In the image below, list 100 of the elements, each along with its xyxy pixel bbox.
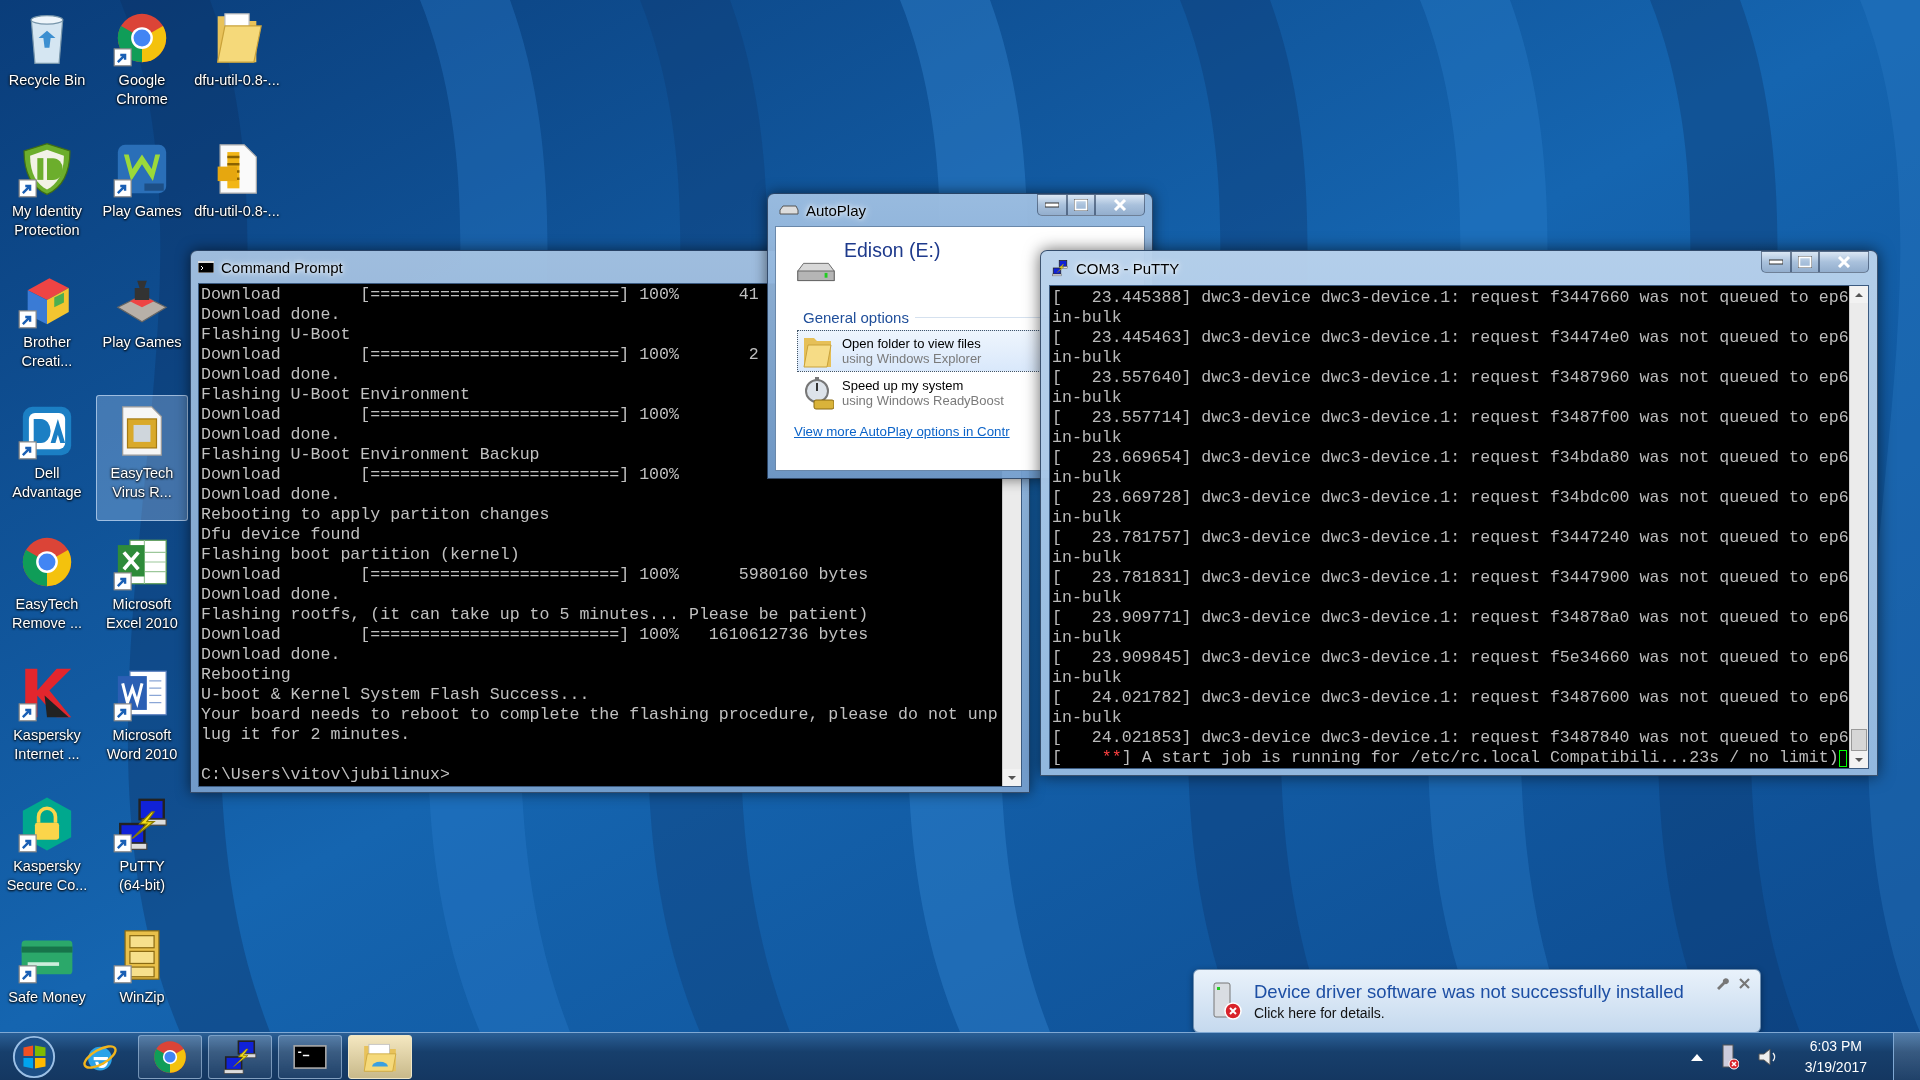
terminal-icon [198,261,214,273]
taskbar-button[interactable] [138,1034,202,1079]
terminal-line: [ 23.557714] dwc3-device dwc3-device.1: request f3487f00 was not queued to ep6 [1052,408,1849,428]
computers-icon [221,1037,259,1076]
terminal-line: in-bulk [1052,708,1122,728]
terminal-line: Download done. [201,305,341,325]
notification-text: Click here for details. [1254,1005,1386,1021]
terminal-line: [ 23.669728] dwc3-device dwc3-device.1: request f34bdc00 was not queued to ep6 [1052,488,1849,508]
terminal-line: Download [=========================] 100% [201,465,679,485]
minimize-icon [1769,259,1783,265]
notification-title: Device driver software was not successfully installed [1254,981,1684,1003]
taskbar-button[interactable] [278,1034,342,1079]
terminal-line: Download [=========================] 100% 5980160 bytes [201,565,869,585]
terminal-line: Your board needs to reboot to complete the flashing procedure, please do not unp [201,705,998,725]
desktop-icon[interactable]: My Identity Protection [1,133,93,259]
terminal-line: [ 23.781757] dwc3-device dwc3-device.1: request f3447240 was not queued to ep6 [1052,528,1849,548]
terminal-line: Download done. [201,365,341,385]
terminal-line: in-bulk [1052,468,1122,488]
device-error-icon [1720,1043,1739,1070]
desktop-icon[interactable]: WinZip [96,919,188,1032]
maximize-icon [1074,199,1088,211]
terminal-line: in-bulk [1052,388,1122,408]
terminal-line: in-bulk [1052,668,1122,688]
clock[interactable]: 6:03 PM 3/19/2017 [1796,1035,1875,1078]
device-tray-button[interactable] [1720,1043,1739,1070]
desktop-icon[interactable]: Play Games [96,133,188,259]
minimize-button[interactable] [1037,194,1067,216]
terminal-line: [ 23.445463] dwc3-device dwc3-device.1: request f34474e0 was not queued to ep6 [1052,328,1849,348]
desktop-icon[interactable]: EasyTech Virus R... [96,395,188,521]
close-icon [1739,977,1750,989]
desktop-icon[interactable]: Microsoft Word 2010 [96,657,188,783]
maximize-icon [1798,256,1812,268]
desktop-icon[interactable]: Safe Money [1,919,93,1032]
more-options-link[interactable]: View more AutoPlay options in Contr [794,424,1010,439]
show-hidden-icons-button[interactable] [1690,1052,1703,1061]
terminal-line: in-bulk [1052,628,1122,648]
desktop-icon[interactable]: Dell Advantage [1,395,93,521]
stopwatch-icon [802,376,834,410]
terminal-line: Flashing rootfs, (it can take up to 5 minutes... Please be patient) [201,605,869,625]
text-cursor [1838,749,1847,767]
window-title: COM3 - PuTTY [1076,259,1180,277]
notification-balloon[interactable]: Device driver software was not successfully installed Click here for details. [1193,969,1761,1032]
terminal-line: lug it for 2 minutes. [201,725,411,745]
close-icon [1837,256,1851,268]
up-arrow-icon [1690,1052,1703,1061]
taskbar-button[interactable] [348,1034,412,1079]
terminal-line: Download [=========================] 100% 1610612736 bytes [201,625,869,645]
desktop-icon[interactable]: Recycle Bin [1,2,93,128]
start-orb-icon [11,1033,57,1080]
option-item[interactable]: Open folder to view files using Windows Explorer [797,330,1041,372]
maximize-button[interactable] [1067,194,1095,216]
computers-icon [1051,259,1069,277]
desktop-icon[interactable]: Kaspersky Secure Co... [1,788,93,914]
terminal-line: Download done. [201,585,341,605]
terminal-line: [ 23.909845] dwc3-device dwc3-device.1: request f5e34660 was not queued to ep6 [1052,648,1849,668]
terminal-line: [ 24.021853] dwc3-device dwc3-device.1: request f3487840 was not queued to ep6 [1052,728,1849,748]
taskbar-button[interactable] [208,1034,272,1079]
terminal-line: in-bulk [1052,508,1122,528]
close-button[interactable] [1819,251,1869,273]
drive-icon [779,205,799,215]
desktop-icon[interactable]: Play Games [96,264,188,390]
option-item[interactable]: Speed up my system using Windows ReadyBoost [797,372,1041,414]
terminal-line: Download [=========================] 100% [201,405,679,425]
terminal-line: Download done. [201,645,341,665]
close-button[interactable] [1095,194,1145,216]
minimize-icon [1045,202,1059,208]
terminal-line: in-bulk [1052,548,1122,568]
terminal-line: Rebooting [201,665,291,685]
terminal-line: [ 23.557640] dwc3-device dwc3-device.1: request f3487960 was not queued to ep6 [1052,368,1849,388]
close-button[interactable] [1739,977,1750,989]
desktop-icon[interactable]: Microsoft Excel 2010 [96,526,188,652]
desktop-icon[interactable]: Brother Creati... [1,264,93,390]
terminal-line: [ 23.909771] dwc3-device dwc3-device.1: request f34878a0 was not queued to ep6 [1052,608,1849,628]
section-heading: General options [803,309,909,326]
terminal-line: in-bulk [1052,348,1122,368]
window-title: AutoPlay [806,201,867,219]
terminal-line: Flashing U-Boot Environment [201,385,470,405]
terminal-line: U-boot & Kernel System Flash Success... [201,685,590,705]
command-prompt: C:\Users\vitov\jubilinux> [201,765,450,785]
scrollbar[interactable] [1849,286,1868,768]
show-desktop-button[interactable] [1893,1033,1920,1080]
terminal-line: Download [=========================] 100% 41 [201,285,759,305]
maximize-button[interactable] [1791,251,1819,273]
desktop-icon[interactable]: dfu-util-0.8-... [191,2,283,128]
drive-name: Edison (E:) [844,239,941,262]
terminal-line: [ 24.021782] dwc3-device dwc3-device.1: request f3487600 was not queued to ep6 [1052,688,1849,708]
desktop-icon[interactable]: PuTTY (64-bit) [96,788,188,914]
desktop-icon[interactable]: Kaspersky Internet ... [1,657,93,783]
desktop-icon[interactable]: EasyTech Remove ... [1,526,93,652]
terminal-line: Flashing U-Boot [201,325,351,345]
desktop-icon[interactable]: dfu-util-0.8-... [191,133,283,259]
terminal-line: Download done. [201,425,341,445]
terminal-line: [ 23.445388] dwc3-device dwc3-device.1: request f3447660 was not queued to ep6 [1052,288,1849,308]
minimize-button[interactable] [1761,251,1791,273]
terminal-line: Download [=========================] 100% 2 [201,345,759,365]
terminal-line: Download done. [201,485,341,505]
desktop-icon[interactable]: Google Chrome [96,2,188,128]
terminal-line: Dfu device found [201,525,361,545]
terminal-line: in-bulk [1052,588,1122,608]
terminal-line: Flashing U-Boot Environment Backup [201,445,540,465]
